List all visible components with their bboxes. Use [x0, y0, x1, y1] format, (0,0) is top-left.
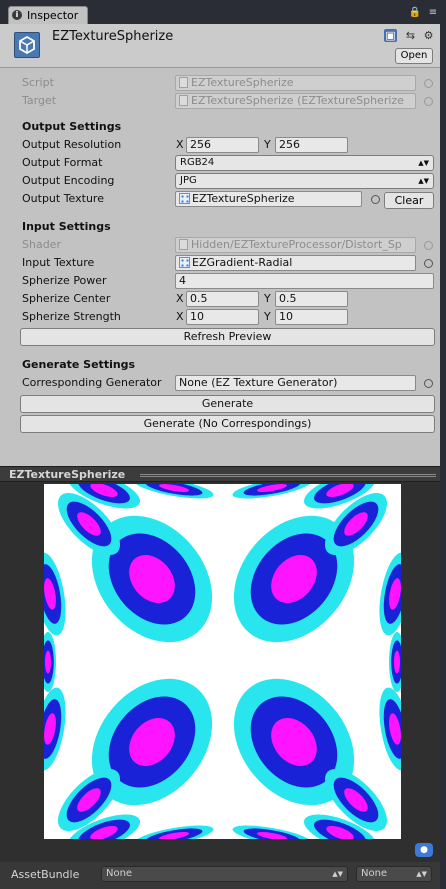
tab-bar: i Inspector 🔒 ≡	[0, 0, 446, 24]
resize-grip[interactable]	[140, 474, 436, 477]
assetbundle-dropdown[interactable]: None ▲▼	[101, 866, 348, 882]
component-title: EZTextureSpherize	[52, 29, 174, 44]
menu-icon[interactable]: ≡	[426, 6, 440, 20]
dropdown-arrow-icon: ▲▼	[332, 870, 343, 878]
input-settings-heading: Input Settings	[22, 220, 111, 233]
resolution-x-label: X	[176, 138, 184, 151]
info-icon: i	[12, 10, 22, 20]
inspector-panel: EZTextureSpherize ▣ ⇆ ⚙ Open Script EZTe…	[0, 24, 440, 466]
object-picker-icon	[424, 97, 433, 106]
output-encoding-label: Output Encoding	[22, 174, 115, 187]
spherize-power-field[interactable]: 4	[175, 273, 434, 289]
shader-value: Hidden/EZTextureProcessor/Distort_Sp	[191, 238, 402, 251]
script-field: EZTextureSpherize	[175, 75, 416, 91]
target-label: Target	[22, 94, 57, 107]
tab-label: Inspector	[27, 9, 79, 22]
clear-button[interactable]: Clear	[384, 192, 434, 209]
target-field: EZTextureSpherize (EZTextureSpherize	[175, 93, 416, 109]
dropdown-arrow-icon: ▲▼	[418, 177, 429, 185]
resolution-y-label: Y	[264, 138, 271, 151]
preview-title: EZTextureSpherize	[9, 468, 126, 481]
lock-icon[interactable]: 🔒	[408, 6, 422, 20]
output-settings-heading: Output Settings	[22, 120, 122, 133]
gear-icon[interactable]: ⚙	[422, 29, 435, 42]
output-format-dropdown[interactable]: RGB24 ▲▼	[175, 155, 434, 171]
strength-x-label: X	[176, 310, 184, 323]
strength-y-label: Y	[264, 310, 271, 323]
assetbundle-footer: AssetBundle None ▲▼ None ▲▼	[0, 862, 440, 889]
generate-no-correspondings-button[interactable]: Generate (No Correspondings)	[20, 415, 435, 433]
resolution-y-field[interactable]: 256	[275, 137, 348, 153]
center-y-label: Y	[264, 292, 271, 305]
output-format-value: RGB24	[180, 157, 215, 168]
tab-inspector[interactable]: i Inspector	[8, 6, 88, 24]
output-texture-value: EZTextureSpherize	[192, 192, 295, 205]
dropdown-arrow-icon: ▲▼	[418, 159, 429, 167]
center-y-field[interactable]: 0.5	[275, 291, 348, 307]
output-encoding-value: JPG	[180, 175, 197, 186]
assetbundle-variant-value: None	[361, 868, 388, 879]
target-value: EZTextureSpherize (EZTextureSpherize	[191, 94, 404, 107]
output-texture-field[interactable]: EZTextureSpherize	[175, 191, 362, 207]
resolution-x-field[interactable]: 256	[186, 137, 259, 153]
generate-button[interactable]: Generate	[20, 395, 435, 413]
object-picker-icon	[424, 241, 433, 250]
label-tag-icon[interactable]: ●	[415, 843, 433, 857]
object-picker-icon[interactable]	[371, 195, 380, 204]
spherize-center-label: Spherize Center	[22, 292, 111, 305]
dropdown-arrow-icon: ▲▼	[416, 870, 427, 878]
shader-label: Shader	[22, 238, 61, 251]
assetbundle-variant-dropdown[interactable]: None ▲▼	[356, 866, 432, 882]
preset-icon[interactable]: ⇆	[404, 29, 417, 42]
object-picker-icon	[424, 79, 433, 88]
texture-icon	[179, 193, 190, 204]
book-icon[interactable]: ▣	[384, 29, 397, 42]
corresponding-generator-field[interactable]: None (EZ Texture Generator)	[175, 375, 416, 391]
output-format-label: Output Format	[22, 156, 103, 169]
output-encoding-dropdown[interactable]: JPG ▲▼	[175, 173, 434, 189]
spherize-strength-label: Spherize Strength	[22, 310, 121, 323]
center-x-field[interactable]: 0.5	[186, 291, 259, 307]
strength-y-field[interactable]: 10	[275, 309, 348, 325]
object-picker-icon[interactable]	[424, 259, 433, 268]
assetbundle-value: None	[106, 868, 133, 879]
generate-settings-heading: Generate Settings	[22, 358, 136, 371]
output-resolution-label: Output Resolution	[22, 138, 122, 151]
spherize-power-label: Spherize Power	[22, 274, 107, 287]
inspector-header: EZTextureSpherize ▣ ⇆ ⚙ Open	[0, 24, 440, 68]
refresh-preview-button[interactable]: Refresh Preview	[20, 328, 435, 346]
script-file-icon	[179, 77, 188, 88]
output-texture-label: Output Texture	[22, 192, 104, 205]
texture-preview-image	[44, 484, 401, 839]
unity-script-icon	[14, 32, 40, 58]
corresponding-generator-label: Corresponding Generator	[22, 376, 162, 389]
script-label: Script	[22, 76, 54, 89]
shader-field: Hidden/EZTextureProcessor/Distort_Sp	[175, 237, 416, 253]
window-edge	[440, 24, 446, 889]
input-texture-value: EZGradient-Radial	[192, 256, 293, 269]
preview-header[interactable]: EZTextureSpherize	[0, 466, 440, 482]
target-file-icon	[179, 95, 188, 106]
script-value: EZTextureSpherize	[191, 76, 294, 89]
assetbundle-label: AssetBundle	[11, 868, 80, 881]
input-texture-field[interactable]: EZGradient-Radial	[175, 255, 416, 271]
center-x-label: X	[176, 292, 184, 305]
input-texture-label: Input Texture	[22, 256, 95, 269]
shader-file-icon	[179, 239, 188, 250]
strength-x-field[interactable]: 10	[186, 309, 259, 325]
texture-icon	[179, 257, 190, 268]
object-picker-icon[interactable]	[424, 379, 433, 388]
open-button[interactable]: Open	[395, 48, 433, 64]
